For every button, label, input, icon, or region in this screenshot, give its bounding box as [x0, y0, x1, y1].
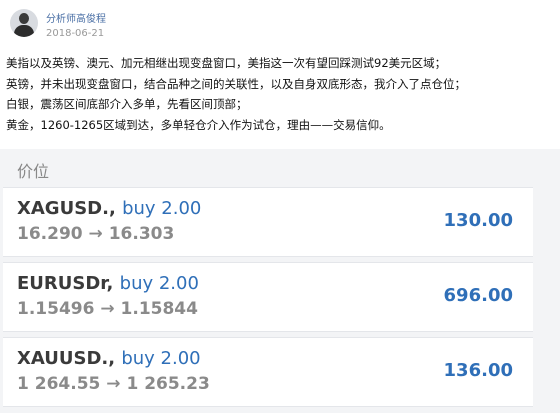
trade-symbol-line: EURUSDr, buy 2.00 [17, 273, 199, 294]
trade-card-xauusd[interactable]: XAUUSD., buy 2.00 1 264.55 → 1 265.23 13… [3, 337, 533, 407]
trade-symbol: EURUSDr [17, 273, 107, 294]
panel-title: 价位 [17, 162, 50, 181]
trade-profit: 136.00 [443, 360, 513, 381]
avatar-head-shape [19, 13, 29, 24]
open-price: 1 264.55 [17, 374, 101, 394]
trade-symbol: XAGUSD. [17, 198, 109, 219]
close-price: 1.15844 [120, 299, 198, 319]
trade-prices: 16.290 → 16.303 [17, 224, 174, 244]
trade-symbol-line: XAUUSD., buy 2.00 [17, 348, 201, 369]
trade-prices: 1.15496 → 1.15844 [17, 299, 198, 319]
trade-card-xagusd[interactable]: XAGUSD., buy 2.00 16.290 → 16.303 130.00 [3, 187, 533, 257]
open-price: 16.290 [17, 224, 83, 244]
trade-side: buy 2.00 [121, 348, 201, 369]
trade-side: buy 2.00 [119, 273, 199, 294]
trade-side: buy 2.00 [122, 198, 202, 219]
author-name[interactable]: 分析师高俊程 [46, 10, 106, 25]
avatar[interactable] [10, 9, 38, 37]
post-line: 美指以及英镑、澳元、加元相继出现变盘窗口，美指这一次有望回踩测试92美元区域； [6, 56, 447, 70]
post-body: 美指以及英镑、澳元、加元相继出现变盘窗口，美指这一次有望回踩测试92美元区域； … [6, 53, 554, 135]
arrow-right-icon: → [100, 299, 115, 319]
close-price: 16.303 [108, 224, 175, 244]
avatar-body-shape [14, 25, 34, 37]
trade-symbol-line: XAGUSD., buy 2.00 [17, 198, 202, 219]
post-line: 黄金，1260-1265区域到达，多单轻仓介入作为试仓，理由——交易信仰。 [6, 117, 391, 132]
price-panel: 价位 XAGUSD., buy 2.00 16.290 → 16.303 130… [0, 149, 560, 413]
post-line: 白银，震荡区间底部介入多单，先看区间顶部； [6, 97, 248, 111]
post-date: 2018-06-21 [46, 28, 105, 39]
trade-card-eurusdr[interactable]: EURUSDr, buy 2.00 1.15496 → 1.15844 696.… [3, 262, 533, 332]
open-price: 1.15496 [17, 299, 95, 319]
trade-prices: 1 264.55 → 1 265.23 [17, 374, 210, 394]
post-line: 英镑，并未出现变盘窗口，结合品种之间的关联性，以及自身双底形态，我介入了点仓位； [6, 76, 466, 91]
trade-symbol: XAUUSD. [17, 348, 109, 369]
arrow-right-icon: → [88, 224, 103, 244]
arrow-right-icon: → [106, 374, 121, 394]
trade-profit: 130.00 [443, 210, 513, 231]
close-price: 1 265.23 [126, 374, 210, 394]
post-header: 分析师高俊程 2018-06-21 [0, 0, 560, 44]
trade-profit: 696.00 [443, 285, 513, 306]
